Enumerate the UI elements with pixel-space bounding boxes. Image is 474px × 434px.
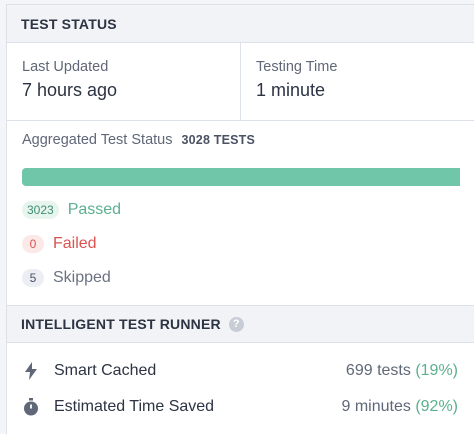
testing-time-label: Testing Time (256, 59, 338, 75)
result-failed[interactable]: 0 Failed (22, 227, 474, 261)
result-passed[interactable]: 3023 Passed (22, 193, 474, 227)
failed-label: Failed (53, 235, 97, 252)
runner-title: INTELLIGENT TEST RUNNER (21, 316, 221, 332)
aggregated-status-label: Aggregated Test Status (22, 132, 173, 148)
skipped-label: Skipped (53, 269, 111, 286)
last-updated-label: Last Updated (22, 59, 109, 75)
time-saved-label: Estimated Time Saved (54, 398, 215, 415)
last-updated-cell: Last Updated 7 hours ago (7, 43, 240, 120)
testing-time-cell: Testing Time 1 minute (240, 43, 474, 120)
passed-label: Passed (67, 201, 122, 218)
lightning-icon (22, 362, 40, 380)
test-progress-bar (22, 168, 460, 186)
smart-cached-label: Smart Cached (54, 362, 157, 379)
smart-cached-percent: (19%) (415, 362, 458, 379)
time-saved-row: Estimated Time Saved 9 minutes (92%) (7, 389, 474, 425)
aggregated-status-row: Aggregated Test Status 3028 TESTS (7, 121, 474, 156)
skipped-count-badge: 5 (22, 269, 44, 287)
test-status-title: TEST STATUS (21, 15, 117, 32)
result-list: 3023 Passed 0 Failed 5 Skipped (7, 186, 474, 295)
smart-cached-value: 699 tests (19%) (346, 362, 458, 380)
smart-cached-row: Smart Cached 699 tests (19%) (7, 353, 474, 389)
time-saved-minutes: 9 minutes (341, 398, 411, 415)
passed-count-badge: 3023 (22, 201, 59, 219)
last-updated-value: 7 hours ago (22, 80, 118, 100)
help-circle-icon[interactable]: ? (228, 316, 244, 332)
runner-header: INTELLIGENT TEST RUNNER ? (7, 305, 474, 343)
time-saved-value: 9 minutes (92%) (341, 398, 458, 416)
test-status-panel: TEST STATUS Last Updated 7 hours ago Tes… (6, 4, 474, 434)
total-tests-count: 3028 TESTS (181, 133, 256, 147)
test-status-header: TEST STATUS (7, 5, 474, 43)
testing-time-value: 1 minute (256, 80, 326, 100)
stopwatch-icon (22, 398, 40, 416)
runner-list: Smart Cached 699 tests (19%) Estimated T… (7, 353, 474, 425)
smart-cached-tests: 699 tests (345, 362, 411, 379)
passed-progress-fill (22, 168, 460, 186)
failed-count-badge: 0 (22, 235, 44, 253)
result-skipped[interactable]: 5 Skipped (22, 261, 474, 295)
time-saved-percent: (92%) (415, 398, 458, 415)
timing-stats: Last Updated 7 hours ago Testing Time 1 … (7, 43, 474, 121)
